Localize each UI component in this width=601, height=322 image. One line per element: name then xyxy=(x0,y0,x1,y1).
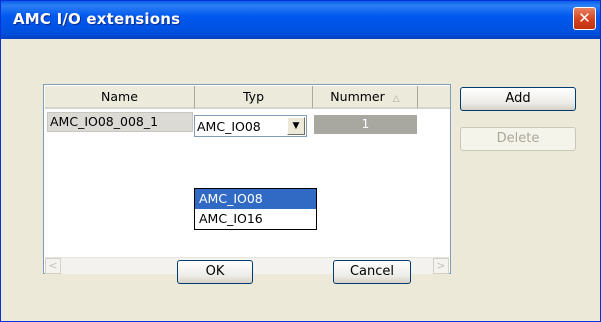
column-header-typ-label: Typ xyxy=(242,89,265,104)
extensions-table[interactable]: Name Typ Nummer △ AMC_IO08_008_1 AMC_IO08… xyxy=(43,84,451,274)
chevron-right-icon: > xyxy=(436,259,446,272)
delete-button[interactable]: Delete xyxy=(460,127,576,151)
sort-ascending-icon: △ xyxy=(392,94,400,104)
window-title: AMC I/O extensions xyxy=(13,10,181,28)
cancel-button[interactable]: Cancel xyxy=(333,260,411,284)
chevron-left-icon: < xyxy=(48,259,58,272)
typ-dropdown-list: AMC_IO08 AMC_IO16 xyxy=(194,188,317,230)
add-button[interactable]: Add xyxy=(460,87,576,111)
dropdown-option-amc-io16[interactable]: AMC_IO16 xyxy=(195,209,316,229)
dialog-window: AMC I/O extensions ✕ Name Typ Nummer △ AM… xyxy=(0,0,601,322)
column-header-empty xyxy=(418,86,450,109)
title-bar[interactable]: AMC I/O extensions ✕ xyxy=(1,1,600,39)
scroll-right-button[interactable]: > xyxy=(433,258,449,274)
scroll-left-button[interactable]: < xyxy=(45,258,61,274)
close-icon: ✕ xyxy=(578,9,591,27)
column-header-name-label: Name xyxy=(101,89,138,104)
cell-name[interactable]: AMC_IO08_008_1 xyxy=(47,112,193,132)
combobox-dropdown-button[interactable]: ▼ xyxy=(287,117,305,135)
column-header-nummer[interactable]: Nummer △ xyxy=(313,86,418,109)
column-header-nummer-label: Nummer xyxy=(330,89,385,104)
typ-combobox-value: AMC_IO08 xyxy=(197,119,261,134)
cell-nummer[interactable]: 1 xyxy=(314,115,417,134)
dialog-content: Name Typ Nummer △ AMC_IO08_008_1 AMC_IO08… xyxy=(5,39,596,319)
typ-combobox[interactable]: AMC_IO08 ▼ xyxy=(194,115,307,137)
column-header-name[interactable]: Name xyxy=(45,86,195,109)
column-header-typ[interactable]: Typ xyxy=(195,86,313,109)
close-button[interactable]: ✕ xyxy=(573,7,596,30)
dropdown-option-amc-io08[interactable]: AMC_IO08 xyxy=(195,189,316,209)
ok-button[interactable]: OK xyxy=(177,260,253,284)
chevron-down-icon: ▼ xyxy=(292,121,300,131)
